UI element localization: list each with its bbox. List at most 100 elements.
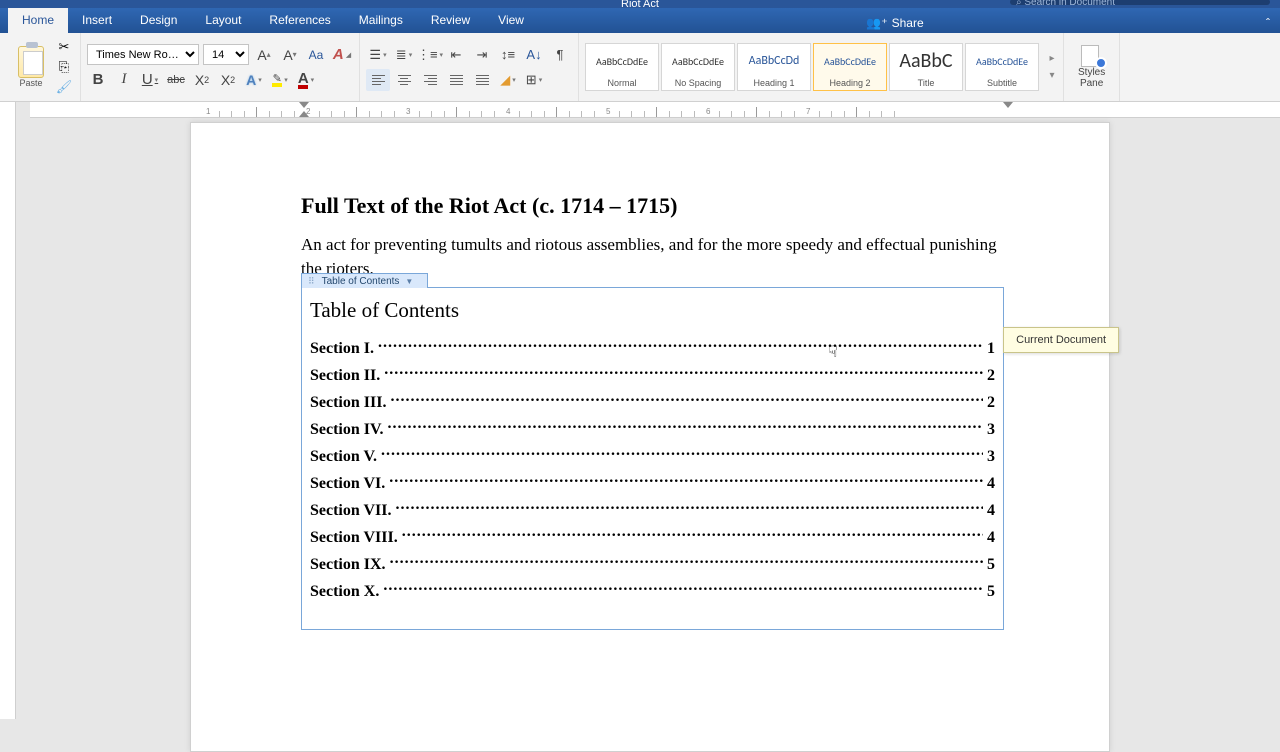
italic-button[interactable]: I <box>113 69 135 91</box>
ruler-number: 6 <box>706 107 710 116</box>
collapse-ribbon[interactable]: ˆ <box>1256 8 1280 33</box>
multilevel-button[interactable]: ⋮≡▾ <box>418 44 442 66</box>
tab-design[interactable]: Design <box>126 8 191 33</box>
toc-entry-label: Section VIII. <box>310 529 398 547</box>
toc-heading[interactable]: Table of Contents <box>310 298 995 323</box>
toc-entry[interactable]: Section I. 1 <box>310 337 995 358</box>
highlight-button[interactable]: ✎ ▾ <box>269 69 291 91</box>
toc-entry[interactable]: Section IX.5 <box>310 553 995 574</box>
chevron-right-icon: ▸ <box>1049 53 1054 64</box>
brush-icon: 🖌 <box>56 79 73 95</box>
toc-entry[interactable]: Section IV.3 <box>310 418 995 439</box>
style-sample: AaBbCcDdEe <box>976 44 1028 78</box>
toc-leader <box>381 445 983 461</box>
paste-button[interactable]: Paste <box>14 44 48 90</box>
format-painter-button[interactable]: 🖌 <box>54 78 74 96</box>
scissors-icon: ✂︎ <box>59 39 70 55</box>
share-button[interactable]: 👥⁺ Share <box>856 8 937 33</box>
justify-button[interactable] <box>444 69 468 91</box>
copy-button[interactable]: ⎘ <box>54 58 74 76</box>
tooltip: Current Document <box>1003 327 1119 353</box>
group-clipboard: Paste ✂︎ ⎘ 🖌 <box>8 33 81 101</box>
ruler-number: 1 <box>206 107 210 116</box>
tab-home[interactable]: Home <box>8 8 68 33</box>
document-heading[interactable]: Full Text of the Riot Act (c. 1714 – 171… <box>301 193 1004 219</box>
strikethrough-button[interactable]: abc <box>165 69 187 91</box>
toc-entry[interactable]: Section III.2 <box>310 391 995 412</box>
toc-entry-label: Section III. <box>310 394 386 412</box>
paint-bucket-icon: ◢ <box>500 72 510 88</box>
style-sample: AaBbCcDdEe <box>672 44 724 78</box>
tab-insert[interactable]: Insert <box>68 8 126 33</box>
align-right-button[interactable] <box>418 69 442 91</box>
dropdown-icon[interactable]: ▼ <box>405 277 413 286</box>
style-tile-subtitle[interactable]: AaBbCcDdEeSubtitle <box>965 43 1039 91</box>
superscript-button[interactable]: X2 <box>217 69 239 91</box>
clear-formatting-button[interactable]: A◢ <box>331 44 353 66</box>
subscript-button[interactable]: X2 <box>191 69 213 91</box>
toc-entry[interactable]: Section X.5 <box>310 580 995 601</box>
style-label: Heading 2 <box>829 78 870 88</box>
distributed-button[interactable] <box>470 69 494 91</box>
decrease-indent-button[interactable]: ⇤ <box>444 44 468 66</box>
style-tile-no-spacing[interactable]: AaBbCcDdEeNo Spacing <box>661 43 735 91</box>
tab-layout[interactable]: Layout <box>191 8 255 33</box>
toc-entry-page: 5 <box>987 556 995 574</box>
drag-handle-icon[interactable]: ⠿ <box>308 276 316 287</box>
toc-field-tab[interactable]: ⠿ Table of Contents ▼ <box>301 273 428 288</box>
underline-button[interactable]: U▾ <box>139 69 161 91</box>
group-paragraph: ☰▾ ≣▾ ⋮≡▾ ⇤ ⇥ ↕≡ A↓ ¶ ◢▾ ⊞▾ <box>360 33 579 101</box>
style-tile-normal[interactable]: AaBbCcDdEeNormal <box>585 43 659 91</box>
toc-entry-page: 1 <box>987 340 995 358</box>
document-page[interactable]: Full Text of the Riot Act (c. 1714 – 171… <box>190 122 1110 752</box>
increase-indent-button[interactable]: ⇥ <box>470 44 494 66</box>
ruler-number: 2 <box>306 107 310 116</box>
font-color-button[interactable]: A ▾ <box>295 69 317 91</box>
shrink-font-button[interactable]: A <box>279 44 301 66</box>
toc-entry[interactable]: Section VI.4 <box>310 472 995 493</box>
styles-pane-icon <box>1081 45 1103 67</box>
right-indent-marker[interactable] <box>1003 102 1013 108</box>
style-tile-heading-1[interactable]: AaBbCcDdHeading 1 <box>737 43 811 91</box>
align-center-button[interactable] <box>392 69 416 91</box>
text-effects-button[interactable]: A▾ <box>243 69 265 91</box>
toc-field[interactable]: ⠿ Table of Contents ▼ Table of Contents … <box>301 287 1004 631</box>
change-case-button[interactable]: Aa <box>305 44 327 66</box>
styles-scroll[interactable]: ▸ ▾ <box>1043 53 1061 81</box>
multilevel-icon: ⋮≡ <box>417 47 438 63</box>
tab-review[interactable]: Review <box>417 8 484 33</box>
tab-mailings[interactable]: Mailings <box>345 8 417 33</box>
toc-entry[interactable]: Section II.2 <box>310 364 995 385</box>
sort-button[interactable]: A↓ <box>522 44 546 66</box>
toc-leader <box>390 553 983 569</box>
work-area: 1234567 Full Text of the Riot Act (c. 17… <box>0 102 1280 719</box>
indent-icon: ⇥ <box>477 47 488 63</box>
numbering-button[interactable]: ≣▾ <box>392 44 416 66</box>
toc-entry-label: Section I. <box>310 340 374 358</box>
font-name-select[interactable]: Times New Ro… <box>87 44 199 65</box>
tab-view[interactable]: View <box>484 8 538 33</box>
vertical-ruler[interactable] <box>0 102 16 719</box>
align-left-button[interactable] <box>366 69 390 91</box>
toc-entry[interactable]: Section VII.4 <box>310 499 995 520</box>
search-box[interactable]: ⌕ Search in Document <box>1010 0 1270 5</box>
bullets-button[interactable]: ☰▾ <box>366 44 390 66</box>
cut-button[interactable]: ✂︎ <box>54 38 74 56</box>
show-marks-button[interactable]: ¶ <box>548 44 572 66</box>
toc-entry-page: 3 <box>987 448 995 466</box>
style-tile-heading-2[interactable]: AaBbCcDdEeHeading 2 <box>813 43 887 91</box>
toc-entry[interactable]: Section V.3 <box>310 445 995 466</box>
font-size-select[interactable]: 14 <box>203 44 249 65</box>
styles-pane-button[interactable]: Styles Pane <box>1070 41 1113 93</box>
sort-icon: A↓ <box>526 47 541 62</box>
tab-references[interactable]: References <box>255 8 344 33</box>
horizontal-ruler[interactable]: 1234567 <box>30 102 1280 118</box>
bold-button[interactable]: B <box>87 69 109 91</box>
shading-button[interactable]: ◢▾ <box>496 69 520 91</box>
line-spacing-button[interactable]: ↕≡ <box>496 44 520 66</box>
ribbon-tabs: Home Insert Design Layout References Mai… <box>0 8 1280 33</box>
grow-font-button[interactable]: A <box>253 44 275 66</box>
toc-entry[interactable]: Section VIII.4 <box>310 526 995 547</box>
style-tile-title[interactable]: AaBbCTitle <box>889 43 963 91</box>
borders-button[interactable]: ⊞▾ <box>522 69 546 91</box>
